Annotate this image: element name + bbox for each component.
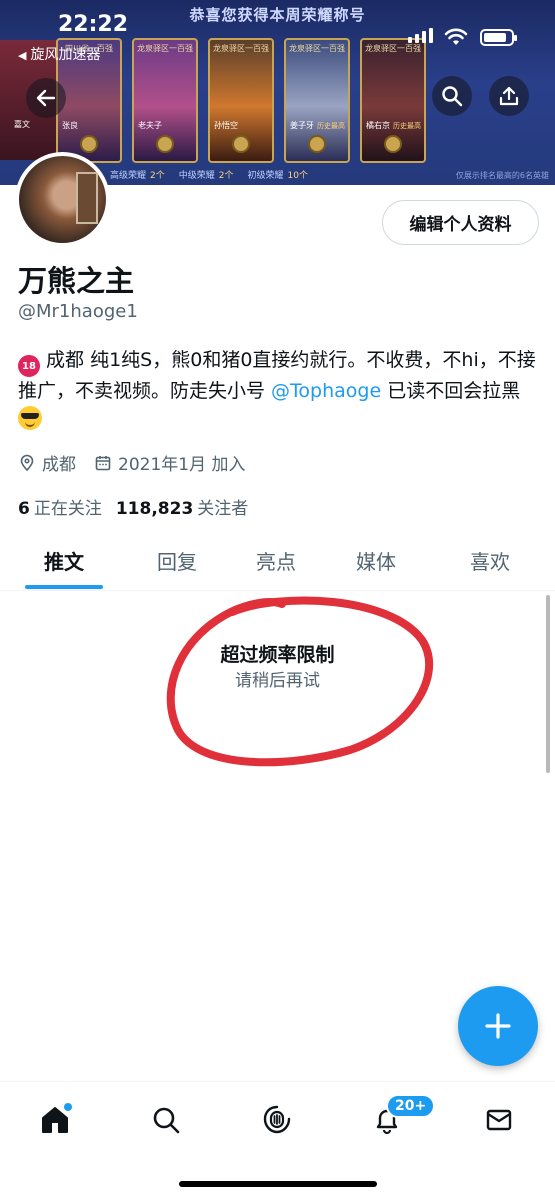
hero-card: 龙泉驿区一百强 孙悟空 (208, 38, 274, 163)
nav-messages[interactable] (479, 1100, 519, 1140)
bio-mention-link[interactable]: @Tophaoge (271, 380, 381, 402)
followers-link[interactable]: 118,823 关注者 (116, 494, 248, 519)
banner-hero-left-name: 嘉文 (14, 120, 30, 129)
no-under-18-icon: 18 (18, 355, 40, 377)
mail-icon (486, 1109, 512, 1131)
bio-text-end: 已读不回会拉黑 (381, 380, 521, 402)
nav-search[interactable] (146, 1100, 186, 1140)
share-button[interactable] (489, 76, 529, 116)
hero-card-history: 历史最高 (317, 122, 345, 130)
search-icon (153, 1107, 180, 1134)
profile-name: 万熊之主 (18, 264, 135, 298)
hero-card-name: 橘右京 (366, 121, 390, 130)
sunglasses-emoji-icon (18, 406, 42, 430)
home-indicator[interactable] (179, 1181, 377, 1187)
calendar-icon (95, 455, 111, 470)
search-button[interactable] (432, 76, 472, 116)
nav-home[interactable] (35, 1100, 75, 1140)
hero-card-badge (80, 135, 98, 153)
profile-handle: @Mr1haoge1 (18, 301, 138, 322)
hero-card-name: 孙悟空 (214, 121, 238, 130)
hero-card: 龙泉驿区一百强 姜子牙 历史最高 (284, 38, 350, 163)
location-pin-icon (20, 454, 34, 471)
wifi-icon (444, 28, 468, 45)
banner-hero-cards: 四川省一百强 张良 龙泉驿区一百强 老夫子 龙泉驿区一百强 孙悟空 龙泉驿区一百… (56, 38, 555, 163)
hero-card-rank: 龙泉驿区一百强 (137, 44, 193, 53)
tab-tweets[interactable]: 推文 (44, 546, 84, 575)
edit-profile-button[interactable]: 编辑个人资料 (382, 200, 539, 245)
hero-card-history: 历史最高 (393, 122, 421, 130)
scrollbar[interactable] (546, 595, 550, 773)
tab-replies[interactable]: 回复 (157, 546, 197, 575)
hero-card-badge (232, 135, 250, 153)
avatar-background-door (76, 172, 98, 224)
profile-meta: 成都 2021年1月 加入 (18, 450, 263, 475)
profile-joined: 2021年1月 加入 (94, 450, 245, 475)
hero-card: 龙泉驿区一百强 橘右京 历史最高 (360, 38, 426, 163)
nav-spaces[interactable] (257, 1100, 297, 1140)
share-icon (499, 86, 519, 106)
banner-note: 仅展示排名最高的6名英雄 (455, 171, 549, 180)
search-icon (442, 86, 463, 107)
tab-highlights[interactable]: 亮点 (256, 546, 296, 575)
rank-mid: 中级荣耀 2个 (178, 171, 234, 181)
avatar[interactable] (15, 152, 110, 247)
hero-card-badge (384, 135, 402, 153)
compose-tweet-button[interactable] (458, 986, 538, 1066)
hero-card-name: 张良 (62, 121, 78, 130)
plus-icon (485, 1013, 511, 1039)
back-to-app[interactable]: ◀ 旋风加速器 (18, 44, 100, 64)
home-unread-dot (64, 1103, 72, 1111)
profile-bio: 18 成都 纯1纯S，熊0和猪0直接约就行。不收费，不hi，不接推广，不卖视频。… (18, 346, 540, 435)
hero-card-rank: 龙泉驿区一百强 (365, 44, 421, 53)
location-text: 成都 (42, 455, 76, 475)
back-app-label: 旋风加速器 (30, 47, 101, 63)
rank-low: 初级荣耀 10个 (247, 171, 308, 181)
hero-card-name: 姜子牙 (290, 121, 314, 130)
hero-card-badge (308, 135, 326, 153)
active-tab-indicator (25, 585, 103, 589)
red-circle-annotation (166, 596, 434, 767)
hero-card-badge (156, 135, 174, 153)
follow-stats: 6 正在关注 118,823 关注者 (18, 494, 248, 519)
following-link[interactable]: 6 正在关注 (18, 494, 102, 519)
tab-likes[interactable]: 喜欢 (470, 546, 510, 575)
hero-card-rank: 龙泉驿区一百强 (289, 44, 345, 53)
hero-card: 龙泉驿区一百强 老夫子 (132, 38, 198, 163)
tab-media[interactable]: 媒体 (356, 546, 396, 575)
profile-tabs: 推文 回复 亮点 媒体 喜欢 (0, 532, 555, 591)
profile-location: 成都 (18, 450, 76, 475)
back-triangle-icon: ◀ (18, 49, 27, 62)
banner-rank-summary: 高级荣耀 2个 中级荣耀 2个 初级荣耀 10个 (110, 168, 308, 181)
rank-high: 高级荣耀 2个 (110, 171, 165, 181)
hero-card-name: 老夫子 (138, 121, 162, 130)
joined-text: 2021年1月 加入 (118, 455, 246, 475)
spaces-microphone-icon (263, 1105, 291, 1134)
status-time: 22:22 (58, 12, 129, 37)
arrow-left-icon (36, 89, 56, 107)
notifications-badge: 20+ (386, 1094, 436, 1118)
cellular-signal-icon (408, 28, 433, 43)
battery-icon (480, 29, 517, 46)
back-button[interactable] (26, 78, 66, 118)
hero-card-rank: 龙泉驿区一百强 (213, 44, 269, 53)
